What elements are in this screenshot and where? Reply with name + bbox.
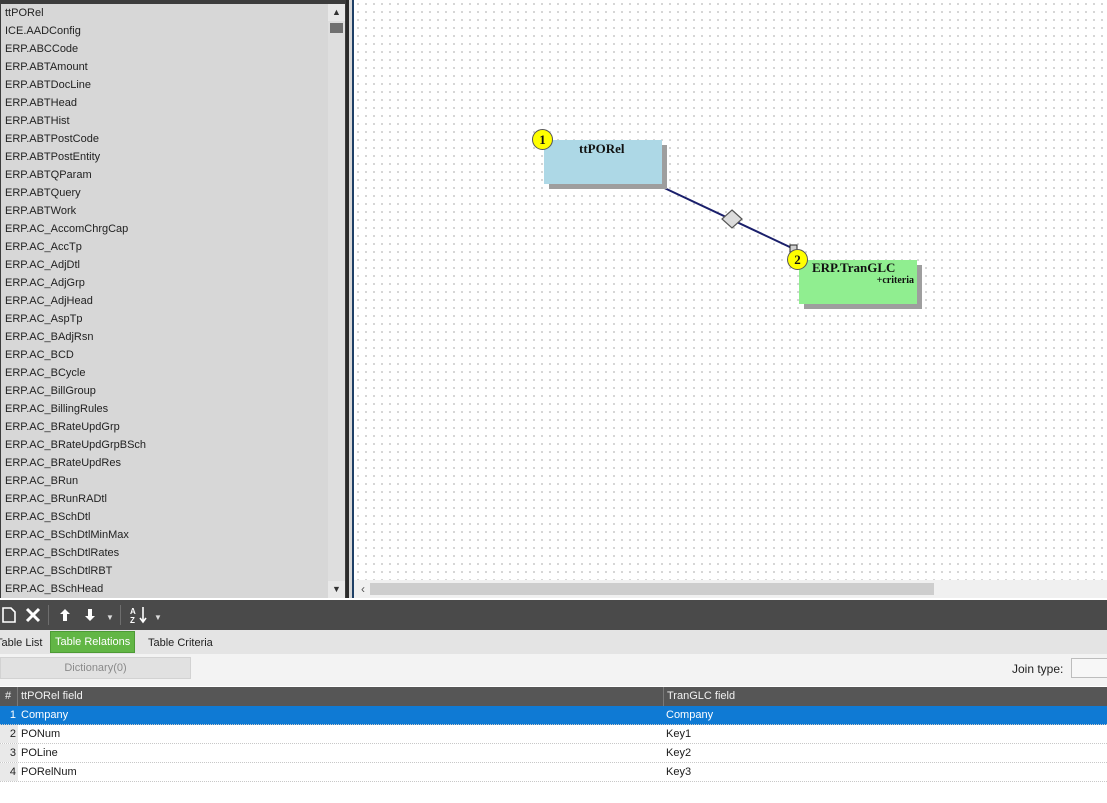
list-item[interactable]: ERP.ABTPostCode <box>1 130 328 148</box>
list-item[interactable]: ERP.AC_AdjHead <box>1 292 328 310</box>
tab-bar: Table List Table Relations Table Criteri… <box>0 630 1107 654</box>
list-item[interactable]: ERP.ABTPostEntity <box>1 148 328 166</box>
node-number-badge: 1 <box>532 129 553 150</box>
column-header-right-field[interactable]: TranGLC field <box>664 687 1107 706</box>
table-list[interactable]: ttPORel ICE.AADConfig ERP.ABCCode ERP.AB… <box>1 4 328 598</box>
dictionary-button[interactable]: Dictionary(0) <box>0 657 191 679</box>
canvas-horizontal-scrollbar[interactable]: ‹ <box>354 580 1107 598</box>
join-type-label: Join type: <box>1012 662 1064 676</box>
move-down-icon[interactable] <box>81 605 99 625</box>
table-row[interactable]: 3 POLine Key2 <box>0 744 1107 763</box>
list-item[interactable]: ERP.ABTQParam <box>1 166 328 184</box>
list-item[interactable]: ERP.AC_BSchDtlMinMax <box>1 526 328 544</box>
panel-splitter[interactable] <box>346 0 354 598</box>
relation-options-bar: Dictionary(0) Join type: <box>0 654 1107 686</box>
list-item[interactable]: ERP.AC_BRateUpdGrpBSch <box>1 436 328 454</box>
left-field-cell[interactable]: Company <box>21 706 661 725</box>
svg-text:A: A <box>130 607 136 616</box>
list-item[interactable]: ERP.ABTHead <box>1 94 328 112</box>
list-item[interactable]: ERP.AC_BCD <box>1 346 328 364</box>
move-up-icon[interactable] <box>56 605 74 625</box>
list-item[interactable]: ERP.AC_BSchDtlRates <box>1 544 328 562</box>
chevron-down-icon[interactable]: ▼ <box>154 613 162 622</box>
list-item[interactable]: ERP.AC_BRateUpdRes <box>1 454 328 472</box>
list-item[interactable]: ERP.AC_BSchDtlRBT <box>1 562 328 580</box>
toolbar-separator <box>48 605 49 625</box>
left-field-cell[interactable]: PONum <box>21 725 661 744</box>
list-item[interactable]: ERP.ABTWork <box>1 202 328 220</box>
tab-table-relations[interactable]: Table Relations <box>50 631 136 653</box>
join-diamond-icon[interactable] <box>721 209 743 229</box>
node-title: ERP.TranGLC <box>812 260 896 275</box>
column-header-left-field[interactable]: ttPORel field <box>18 687 664 706</box>
svg-text:Z: Z <box>130 616 135 624</box>
scroll-left-icon[interactable]: ‹ <box>356 580 370 598</box>
list-item[interactable]: ttPORel <box>1 4 328 22</box>
list-item[interactable]: ERP.AC_BRateUpdGrp <box>1 418 328 436</box>
list-item[interactable]: ERP.AC_BSchHead <box>1 580 328 598</box>
relations-grid: # ttPORel field TranGLC field 1 Company … <box>0 687 1107 803</box>
chevron-down-icon[interactable]: ▼ <box>106 613 114 622</box>
right-field-cell[interactable]: Key3 <box>666 763 1106 782</box>
grid-header: # ttPORel field TranGLC field <box>0 687 1107 706</box>
list-item[interactable]: ERP.ABTAmount <box>1 58 328 76</box>
list-item[interactable]: ERP.AC_AdjDtl <box>1 256 328 274</box>
node-number-badge: 2 <box>787 249 808 270</box>
toolbar: ▼ A Z ▼ <box>0 600 1107 630</box>
scrollbar-thumb[interactable] <box>370 583 934 595</box>
list-item[interactable]: ERP.AC_BillGroup <box>1 382 328 400</box>
scroll-down-icon[interactable]: ▼ <box>328 581 345 598</box>
tab-table-list[interactable]: Table List <box>0 633 42 654</box>
table-list-panel: ttPORel ICE.AADConfig ERP.ABCCode ERP.AB… <box>0 0 346 598</box>
list-item[interactable]: ERP.ABTQuery <box>1 184 328 202</box>
tab-table-criteria[interactable]: Table Criteria <box>148 633 213 654</box>
sort-icon[interactable]: A Z <box>128 605 150 625</box>
table-list-scrollbar[interactable]: ▲ ▼ <box>328 4 345 598</box>
list-item[interactable]: ERP.ABTHist <box>1 112 328 130</box>
right-field-cell[interactable]: Key1 <box>666 725 1106 744</box>
list-item[interactable]: ERP.ABCCode <box>1 40 328 58</box>
table-row[interactable]: 1 Company Company <box>0 706 1107 725</box>
row-number: 3 <box>0 744 18 762</box>
left-field-cell[interactable]: PORelNum <box>21 763 661 782</box>
node-criteria-label: +criteria <box>876 275 914 286</box>
list-item[interactable]: ERP.AC_BillingRules <box>1 400 328 418</box>
new-icon[interactable] <box>0 605 18 625</box>
list-item[interactable]: ERP.AC_BAdjRsn <box>1 328 328 346</box>
right-field-cell[interactable]: Company <box>666 706 1106 725</box>
list-item[interactable]: ERP.AC_AspTp <box>1 310 328 328</box>
list-item[interactable]: ICE.AADConfig <box>1 22 328 40</box>
scrollbar-thumb[interactable] <box>330 23 343 33</box>
row-number: 1 <box>0 706 18 724</box>
right-field-cell[interactable]: Key2 <box>666 744 1106 763</box>
list-item[interactable]: ERP.AC_BRunRADtl <box>1 490 328 508</box>
toolbar-separator <box>120 605 121 625</box>
column-header-number[interactable]: # <box>0 687 18 706</box>
row-number: 2 <box>0 725 18 743</box>
list-item[interactable]: ERP.AC_BCycle <box>1 364 328 382</box>
list-item[interactable]: ERP.ABTDocLine <box>1 76 328 94</box>
relation-connector <box>653 180 798 253</box>
diagram-node-ttporel[interactable]: ttPORel <box>544 140 662 184</box>
list-item[interactable]: ERP.AC_AccTp <box>1 238 328 256</box>
table-row[interactable]: 4 PORelNum Key3 <box>0 763 1107 782</box>
scroll-up-icon[interactable]: ▲ <box>328 4 345 21</box>
delete-icon[interactable] <box>22 605 44 625</box>
node-title: ttPORel <box>579 141 625 156</box>
list-item[interactable]: ERP.AC_AccomChrgCap <box>1 220 328 238</box>
table-row[interactable]: 2 PONum Key1 <box>0 725 1107 744</box>
join-type-select[interactable] <box>1071 658 1107 678</box>
diagram-canvas[interactable]: ttPORel 1 ERP.TranGLC +criteria 2 <box>354 0 1107 580</box>
list-item[interactable]: ERP.AC_BRun <box>1 472 328 490</box>
row-number: 4 <box>0 763 18 781</box>
left-field-cell[interactable]: POLine <box>21 744 661 763</box>
list-item[interactable]: ERP.AC_AdjGrp <box>1 274 328 292</box>
list-item[interactable]: ERP.AC_BSchDtl <box>1 508 328 526</box>
diagram-node-erp-tranglc[interactable]: ERP.TranGLC +criteria <box>799 260 917 304</box>
